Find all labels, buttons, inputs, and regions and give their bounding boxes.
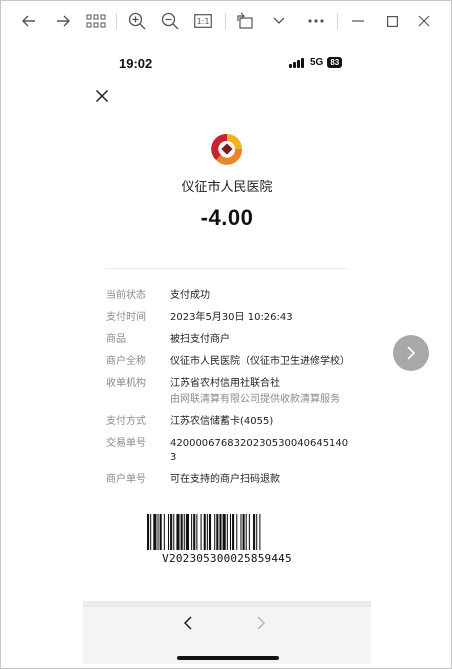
merchant-name: 仪征市人民医院 [181,180,273,195]
detail-value: 江苏省农村信用社联合社 由网联清算有限公司提供收款清算服务 [170,377,351,407]
detail-row-time: 支付时间 2023年5月30日 10:26:43 [106,311,351,325]
network-type: 5G [310,57,324,68]
detail-row-merchant-fullname: 商户全称 仪征市人民医院（仪征市卫生进修学校） [106,355,351,369]
chevron-down-icon[interactable] [267,9,291,33]
actual-size-icon[interactable]: 1:1 [191,9,215,33]
next-image-button[interactable] [393,335,429,371]
detail-label: 收单机构 [106,378,146,389]
status-indicators: 5G 83 [289,57,343,68]
receipt-details: 当前状态 支付成功 支付时间 2023年5月30日 10:26:43 商品 被扫… [106,289,351,495]
detail-row-acquirer: 收单机构 江苏省农村信用社联合社 由网联清算有限公司提供收款清算服务 [106,377,351,407]
detail-row-transaction-id: 交易单号 4200006768320230530040645140 3 [106,437,351,465]
viewer-toolbar: 1:1 [1,1,451,41]
forward-arrow-icon[interactable] [51,9,75,33]
detail-label: 交易单号 [106,438,146,449]
svg-text:1:1: 1:1 [197,17,210,26]
viewer-window: 1:1 19:02 5G 83 仪征市人民医院 -4.00 当前状态 支付成功 … [0,0,452,669]
detail-value: 被扫支付商户 [170,334,230,345]
detail-row-merchant-order: 商户单号 可在支持的商户扫码退款 [106,473,351,487]
detail-label: 商户全称 [106,356,146,367]
detail-value: 江苏农信储蓄卡(4055) [170,416,274,427]
payment-amount: -4.00 [200,205,254,230]
acquirer-name: 江苏省农村信用社联合社 [170,378,280,389]
detail-value: 可在支持的商户扫码退款 [170,474,280,485]
chevron-right-icon [407,346,416,360]
acquirer-note: 由网联清算有限公司提供收款清算服务 [170,394,340,405]
detail-value: 2023年5月30日 10:26:43 [170,312,293,323]
rotate-icon[interactable] [233,9,257,33]
maximize-icon[interactable] [380,9,404,33]
detail-label: 支付时间 [106,312,146,323]
detail-value: 仪征市人民医院（仪征市卫生进修学校） [170,356,350,367]
back-arrow-icon[interactable] [17,9,41,33]
divider [106,268,348,269]
detail-value: 4200006768320230530040645140 3 [170,438,349,463]
toolbar-divider [337,13,338,29]
detail-row-status: 当前状态 支付成功 [106,289,351,303]
toolbar-divider [116,13,117,29]
zoom-in-icon[interactable] [125,9,149,33]
barcode [147,514,261,550]
detail-value: 支付成功 [170,290,210,301]
toolbar-divider [225,13,226,29]
status-time: 19:02 [119,56,153,71]
signal-icon [289,57,305,68]
minimize-icon[interactable] [346,9,370,33]
bank-logo-icon [210,132,244,166]
bottom-nav-bar [83,601,371,664]
detail-label: 商户单号 [106,474,146,485]
detail-row-goods: 商品 被扫支付商户 [106,333,351,347]
barcode-number: V202305300025859445 [162,552,292,565]
detail-row-payment-method: 支付方式 江苏农信储蓄卡(4055) [106,415,351,429]
more-icon[interactable] [304,9,328,33]
nav-back-icon[interactable] [183,615,199,631]
detail-label: 支付方式 [106,416,146,427]
close-icon[interactable] [412,9,436,33]
close-receipt-icon[interactable] [95,88,111,104]
home-indicator [177,656,279,660]
battery-level: 83 [327,57,343,68]
detail-label: 商品 [106,334,126,345]
detail-label: 当前状态 [106,290,146,301]
zoom-out-icon[interactable] [158,9,182,33]
grid-icon[interactable] [84,9,108,33]
nav-forward-icon[interactable] [256,615,272,631]
